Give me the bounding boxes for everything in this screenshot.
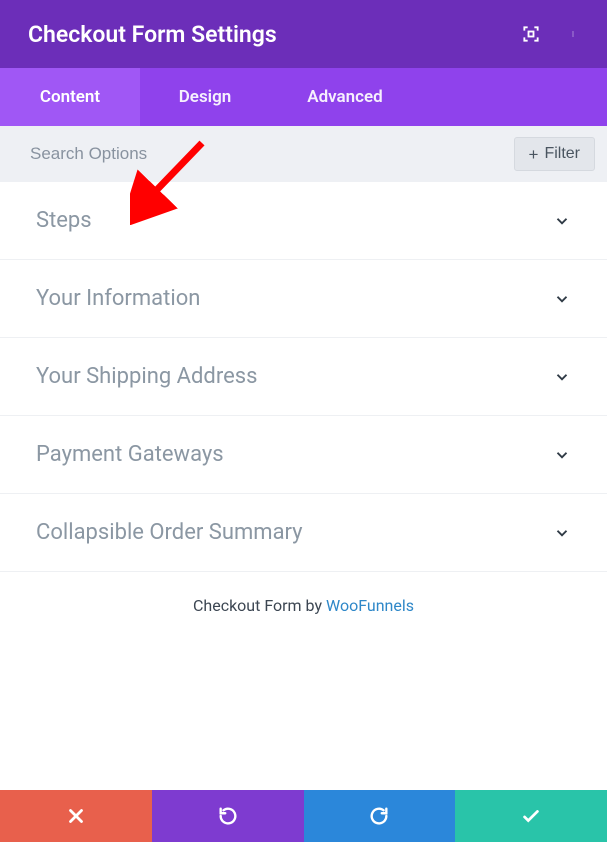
section-shipping-address[interactable]: Your Shipping Address	[0, 338, 607, 416]
filter-label: Filter	[544, 145, 580, 163]
chevron-down-icon	[553, 446, 571, 464]
sections-list: Steps Your Information Your Shipping Add…	[0, 182, 607, 572]
chevron-down-icon	[553, 368, 571, 386]
section-title: Collapsible Order Summary	[36, 520, 303, 545]
tabs: Content Design Advanced	[0, 68, 607, 126]
page-title: Checkout Form Settings	[28, 21, 277, 48]
tab-content[interactable]: Content	[0, 68, 140, 126]
undo-button[interactable]	[152, 790, 304, 842]
plus-icon: +	[529, 146, 539, 163]
expand-icon[interactable]	[521, 24, 541, 44]
attribution-link[interactable]: WooFunnels	[326, 596, 414, 615]
tab-advanced[interactable]: Advanced	[270, 68, 420, 126]
section-order-summary[interactable]: Collapsible Order Summary	[0, 494, 607, 572]
attribution-prefix: Checkout Form by	[193, 596, 326, 615]
section-title: Steps	[36, 208, 92, 233]
header: Checkout Form Settings	[0, 0, 607, 68]
chevron-down-icon	[553, 212, 571, 230]
cancel-button[interactable]	[0, 790, 152, 842]
more-icon[interactable]	[563, 24, 583, 44]
section-your-information[interactable]: Your Information	[0, 260, 607, 338]
section-title: Payment Gateways	[36, 442, 224, 467]
save-button[interactable]	[455, 790, 607, 842]
redo-button[interactable]	[304, 790, 456, 842]
section-payment-gateways[interactable]: Payment Gateways	[0, 416, 607, 494]
tab-design[interactable]: Design	[140, 68, 270, 126]
bottom-bar	[0, 790, 607, 842]
attribution: Checkout Form by WooFunnels	[0, 572, 607, 639]
section-steps[interactable]: Steps	[0, 182, 607, 260]
filter-button[interactable]: + Filter	[514, 137, 596, 171]
header-icons	[521, 24, 583, 44]
section-title: Your Shipping Address	[36, 364, 257, 389]
chevron-down-icon	[553, 524, 571, 542]
search-input[interactable]	[30, 144, 514, 164]
section-title: Your Information	[36, 286, 200, 311]
chevron-down-icon	[553, 290, 571, 308]
search-bar: + Filter	[0, 126, 607, 182]
